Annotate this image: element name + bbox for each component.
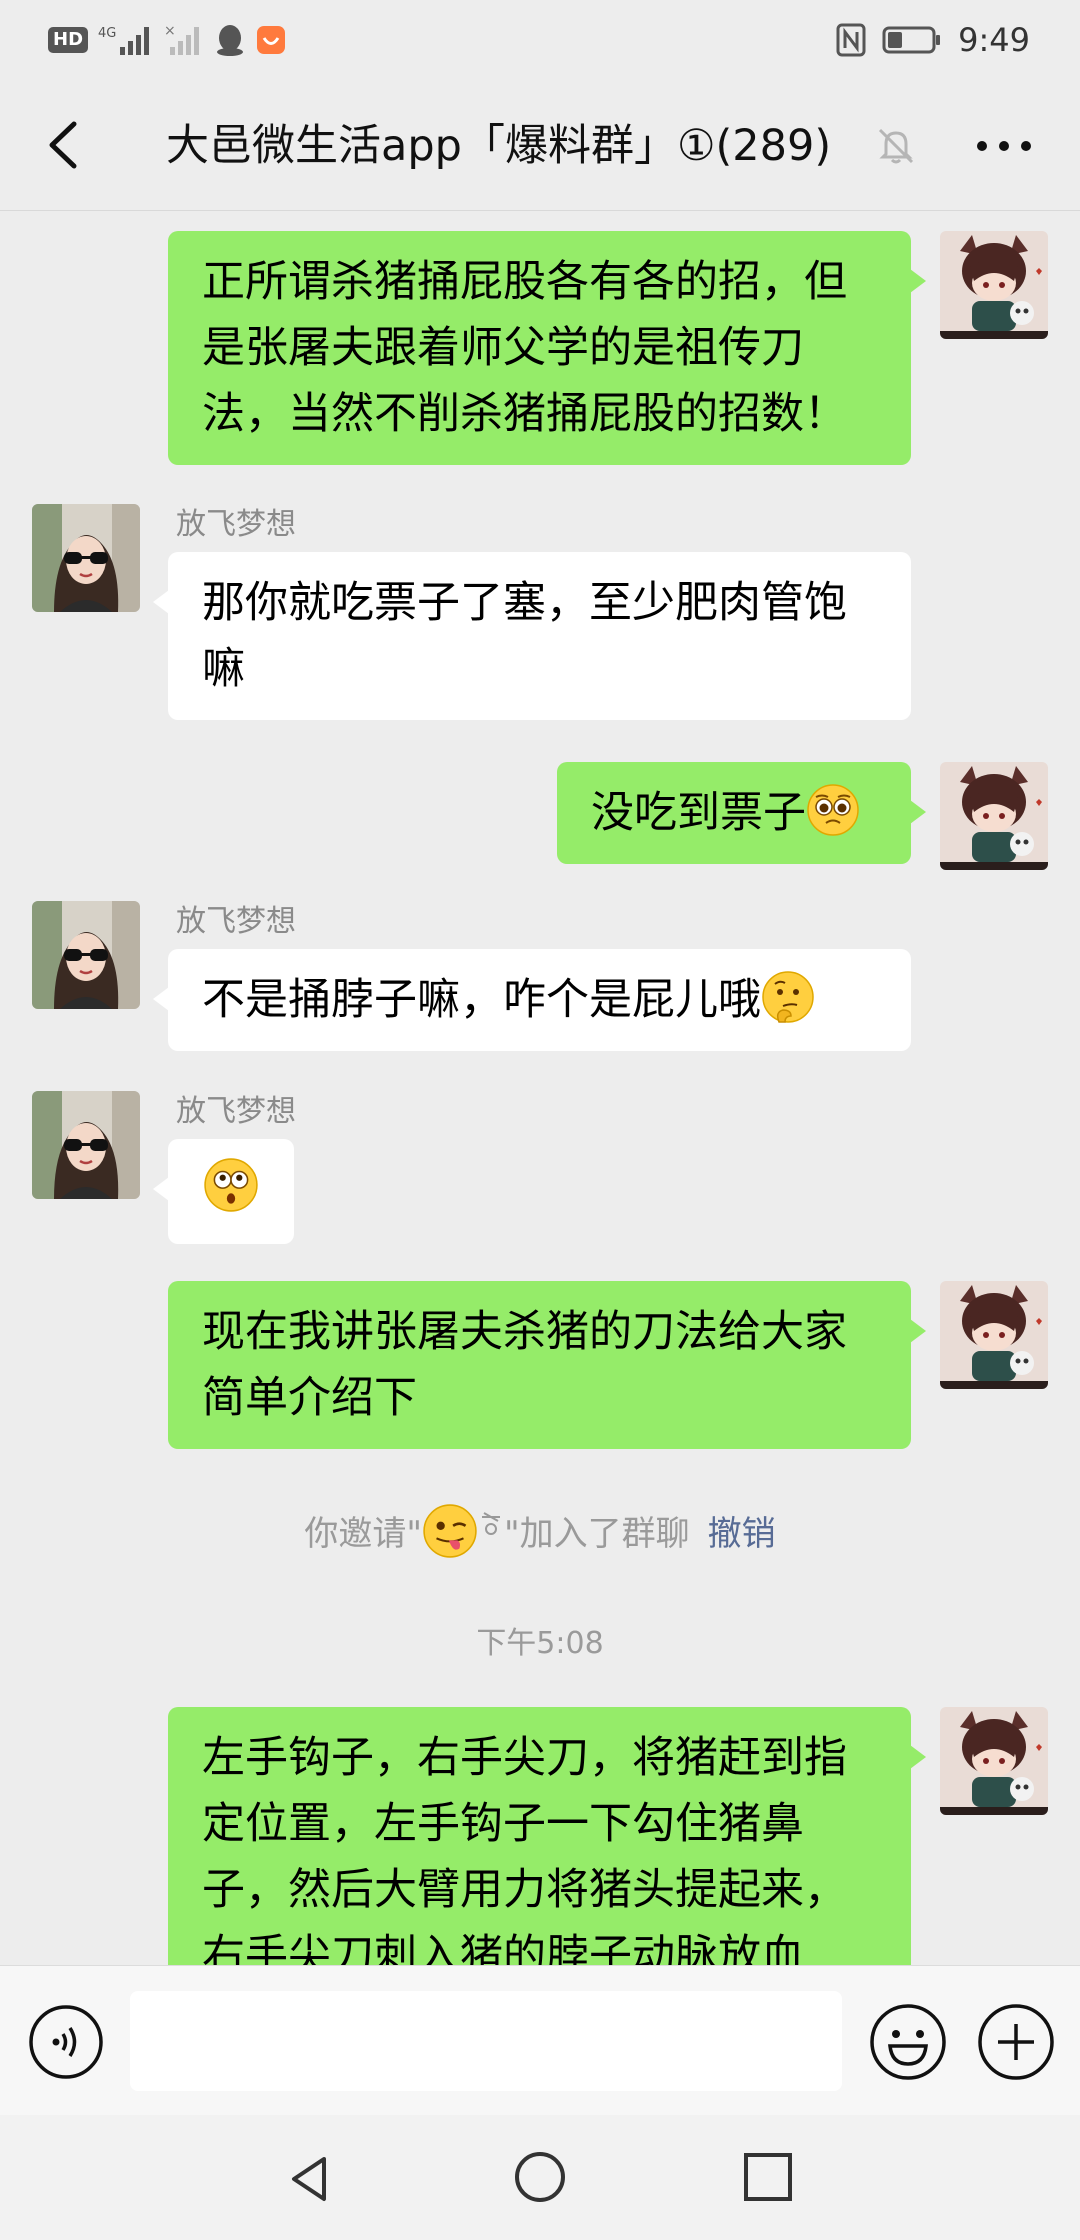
thinking-face-icon — [761, 970, 815, 1023]
pleading-face-icon — [806, 783, 860, 837]
voice-input-icon[interactable] — [28, 2004, 104, 2080]
svg-text:×: × — [164, 23, 176, 39]
nav-recents-icon[interactable] — [742, 2151, 794, 2203]
system-navigation-bar — [0, 2115, 1080, 2240]
my-message-bubble[interactable]: 没吃到票子 — [557, 762, 926, 864]
message-text: 左手钩子，右手尖刀，将猪赶到指定位置，左手钩子一下勾住猪鼻子，然后大臂用力将猪头… — [202, 1733, 847, 1965]
message-timestamp: 下午5:08 — [476, 1626, 604, 1661]
battery-icon — [882, 26, 941, 54]
hd-badge: HD — [48, 27, 89, 53]
chat-header: 大邑微生活app「爆料群」①(289) — [0, 80, 1080, 211]
message-text: 没吃到票子 — [591, 788, 806, 838]
chat-title: 大邑微生活app「爆料群」①(289) — [166, 121, 832, 171]
system-note-prefix: 你邀请" — [304, 1514, 422, 1554]
message-text: 现在我讲张屠夫杀猪的刀法给大家简单介绍下 — [202, 1307, 847, 1423]
message-text: 那你就吃票子了塞，至少肥肉管饱嘛 — [202, 578, 847, 694]
more-options-icon[interactable] — [964, 118, 1044, 174]
back-icon[interactable] — [30, 110, 100, 180]
network-label: 4G — [98, 26, 116, 41]
sender-name: 放飞梦想 — [176, 1094, 296, 1129]
signal-4g-icon: 4G — [98, 26, 150, 55]
incoming-message-bubble[interactable] — [153, 1139, 294, 1244]
flushed-face-icon — [203, 1157, 259, 1213]
sender-avatar[interactable] — [32, 504, 140, 612]
my-avatar[interactable] — [940, 231, 1048, 339]
system-invite-note: 你邀请" "加入了群聊 撤销 — [0, 1503, 1080, 1559]
signal-empty-icon: × — [164, 23, 200, 55]
mute-bell-icon — [878, 128, 914, 164]
compose-bar — [0, 1965, 1080, 2116]
nfc-icon — [836, 23, 866, 57]
winking-tongue-face-icon — [422, 1503, 478, 1559]
emoji-picker-icon[interactable] — [868, 2002, 948, 2082]
status-right: 9:49 — [836, 18, 1030, 62]
message-text: 正所谓杀猪捅屁股各有各的招，但是张屠夫跟着师父学的是祖传刀法，当然不削杀猪捅屁股… — [202, 257, 847, 439]
qq-icon — [217, 25, 244, 56]
my-avatar[interactable] — [940, 1281, 1048, 1389]
my-message-bubble[interactable]: 正所谓杀猪捅屁股各有各的招，但是张屠夫跟着师父学的是祖传刀法，当然不削杀猪捅屁股… — [168, 231, 926, 465]
status-bar: HD 4G × 9:49 — [0, 0, 1080, 80]
system-note-suffix: "加入了群聊 — [504, 1514, 690, 1554]
sparkle-icon — [482, 1512, 500, 1535]
incoming-message-bubble[interactable]: 不是捅脖子嘛，咋个是屁儿哦 — [153, 949, 911, 1051]
nav-home-icon[interactable] — [512, 2149, 568, 2205]
my-avatar[interactable] — [940, 762, 1048, 870]
sender-name: 放飞梦想 — [176, 507, 296, 542]
more-functions-icon[interactable] — [976, 2002, 1056, 2082]
message-list[interactable]: 正所谓杀猪捅屁股各有各的招，但是张屠夫跟着师父学的是祖传刀法，当然不削杀猪捅屁股… — [0, 211, 1080, 1965]
message-input[interactable] — [130, 1991, 842, 2091]
sender-avatar[interactable] — [32, 901, 140, 1009]
message-text: 不是捅脖子嘛，咋个是屁儿哦 — [202, 975, 761, 1025]
sender-avatar[interactable] — [32, 1091, 140, 1199]
status-left: HD 4G × — [48, 20, 286, 60]
my-avatar[interactable] — [940, 1707, 1048, 1815]
incoming-message-bubble[interactable]: 那你就吃票子了塞，至少肥肉管饱嘛 — [153, 552, 911, 720]
didi-icon — [257, 26, 286, 54]
sender-name: 放飞梦想 — [176, 904, 296, 939]
clock: 9:49 — [958, 21, 1030, 59]
my-message-bubble[interactable]: 现在我讲张屠夫杀猪的刀法给大家简单介绍下 — [168, 1281, 926, 1449]
nav-back-icon[interactable] — [282, 2151, 338, 2207]
revoke-invite-link[interactable]: 撤销 — [708, 1514, 776, 1554]
my-message-bubble[interactable]: 左手钩子，右手尖刀，将猪赶到指定位置，左手钩子一下勾住猪鼻子，然后大臂用力将猪头… — [168, 1707, 926, 1965]
